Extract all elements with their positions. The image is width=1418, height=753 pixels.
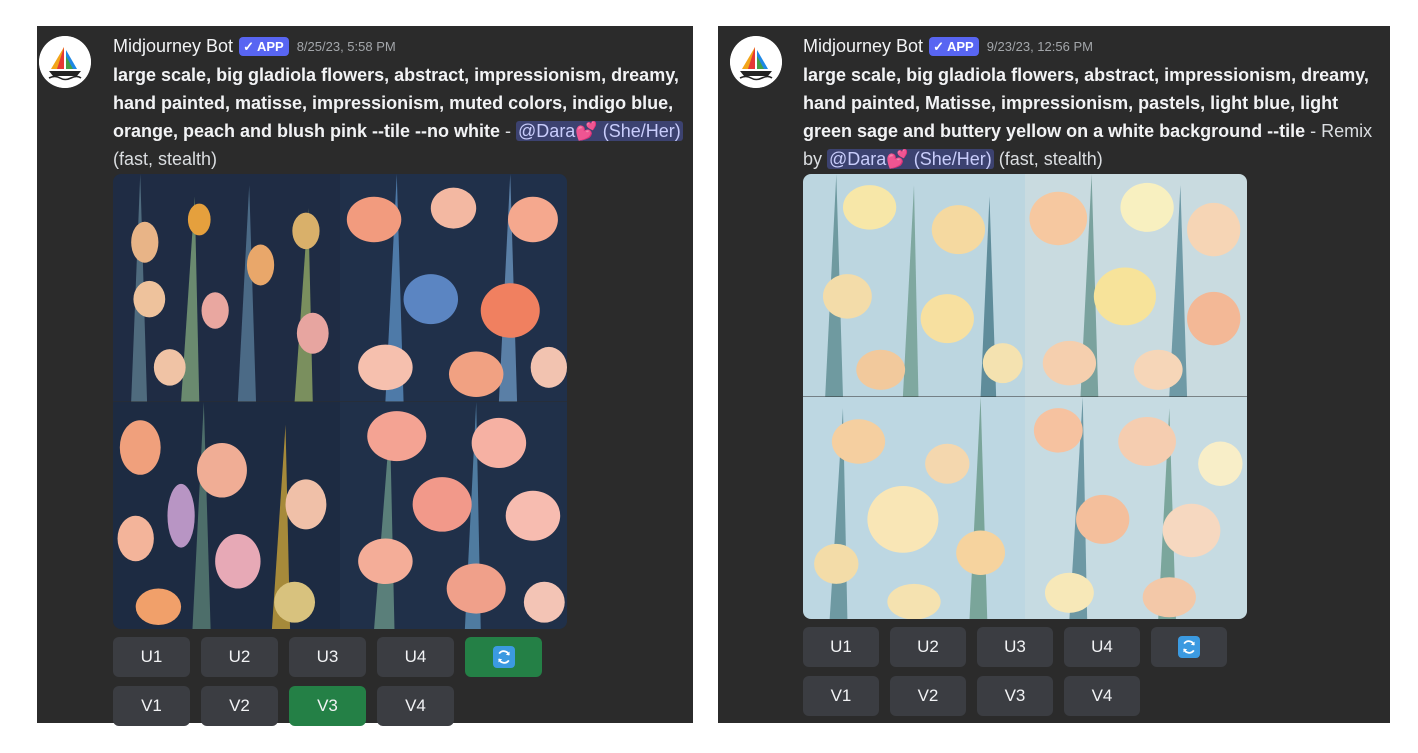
u4-button[interactable]: U4 xyxy=(377,637,454,677)
u4-button[interactable]: U4 xyxy=(1064,627,1140,667)
reroll-button[interactable] xyxy=(465,637,542,677)
image-tile-3[interactable] xyxy=(803,396,1025,619)
v4-button[interactable]: V4 xyxy=(1064,676,1140,716)
user-mention[interactable]: @Dara💕 (She/Her) xyxy=(516,121,683,141)
midjourney-avatar[interactable] xyxy=(39,36,91,88)
variation-buttons: V1 V2 V3 V4 xyxy=(113,686,454,726)
v1-button[interactable]: V1 xyxy=(113,686,190,726)
u2-button[interactable]: U2 xyxy=(890,627,966,667)
user-mention[interactable]: @Dara💕 (She/Her) xyxy=(827,149,994,169)
image-tile-2[interactable] xyxy=(1025,174,1247,397)
badge-label: APP xyxy=(256,38,284,54)
upscale-buttons: U1 U2 U3 U4 xyxy=(803,627,1227,667)
message-timestamp[interactable]: 9/23/23, 12:56 PM xyxy=(987,39,1093,54)
u3-button[interactable]: U3 xyxy=(977,627,1053,667)
message-card-1: Midjourney Bot ✓ APP 8/25/23, 5:58 PM la… xyxy=(37,26,693,726)
app-badge: ✓ APP xyxy=(239,36,289,56)
image-tile-1[interactable] xyxy=(113,174,340,402)
prompt-suffix: (fast, stealth) xyxy=(993,149,1103,169)
prompt-bold: large scale, big gladiola flowers, abstr… xyxy=(803,65,1369,141)
image-tile-4[interactable] xyxy=(340,401,567,629)
check-icon: ✓ xyxy=(243,38,254,54)
message-card-2: Midjourney Bot ✓ APP 9/23/23, 12:56 PM l… xyxy=(718,26,1390,723)
prompt-suffix: (fast, stealth) xyxy=(113,149,218,169)
midjourney-avatar[interactable] xyxy=(730,36,782,88)
image-tile-2[interactable] xyxy=(340,174,567,402)
v2-button[interactable]: V2 xyxy=(890,676,966,716)
author-name[interactable]: Midjourney Bot xyxy=(803,36,923,57)
v3-button[interactable]: V3 xyxy=(289,686,366,726)
u2-button[interactable]: U2 xyxy=(201,637,278,677)
prompt-text: large scale, big gladiola flowers, abstr… xyxy=(803,61,1387,173)
v4-button[interactable]: V4 xyxy=(377,686,454,726)
reroll-button[interactable] xyxy=(1151,627,1227,667)
image-grid[interactable] xyxy=(113,174,567,629)
badge-label: APP xyxy=(946,38,974,54)
image-grid[interactable] xyxy=(803,174,1247,619)
v3-button[interactable]: V3 xyxy=(977,676,1053,716)
image-tile-3[interactable] xyxy=(113,401,340,629)
prompt-text: large scale, big gladiola flowers, abstr… xyxy=(113,61,683,173)
message-timestamp[interactable]: 8/25/23, 5:58 PM xyxy=(297,39,396,54)
upscale-buttons: U1 U2 U3 U4 xyxy=(113,637,542,677)
variation-buttons: V1 V2 V3 V4 xyxy=(803,676,1140,716)
author-name[interactable]: Midjourney Bot xyxy=(113,36,233,57)
v2-button[interactable]: V2 xyxy=(201,686,278,726)
u3-button[interactable]: U3 xyxy=(289,637,366,677)
u1-button[interactable]: U1 xyxy=(803,627,879,667)
sailboat-logo-icon xyxy=(730,36,782,88)
app-badge: ✓ APP xyxy=(929,36,979,56)
refresh-icon xyxy=(1178,636,1200,658)
image-tile-4[interactable] xyxy=(1025,396,1247,619)
v1-button[interactable]: V1 xyxy=(803,676,879,716)
sailboat-logo-icon xyxy=(39,36,91,88)
prompt-separator: - xyxy=(500,121,517,141)
image-tile-1[interactable] xyxy=(803,174,1025,397)
refresh-icon xyxy=(492,646,515,668)
u1-button[interactable]: U1 xyxy=(113,637,190,677)
check-icon: ✓ xyxy=(933,38,944,54)
